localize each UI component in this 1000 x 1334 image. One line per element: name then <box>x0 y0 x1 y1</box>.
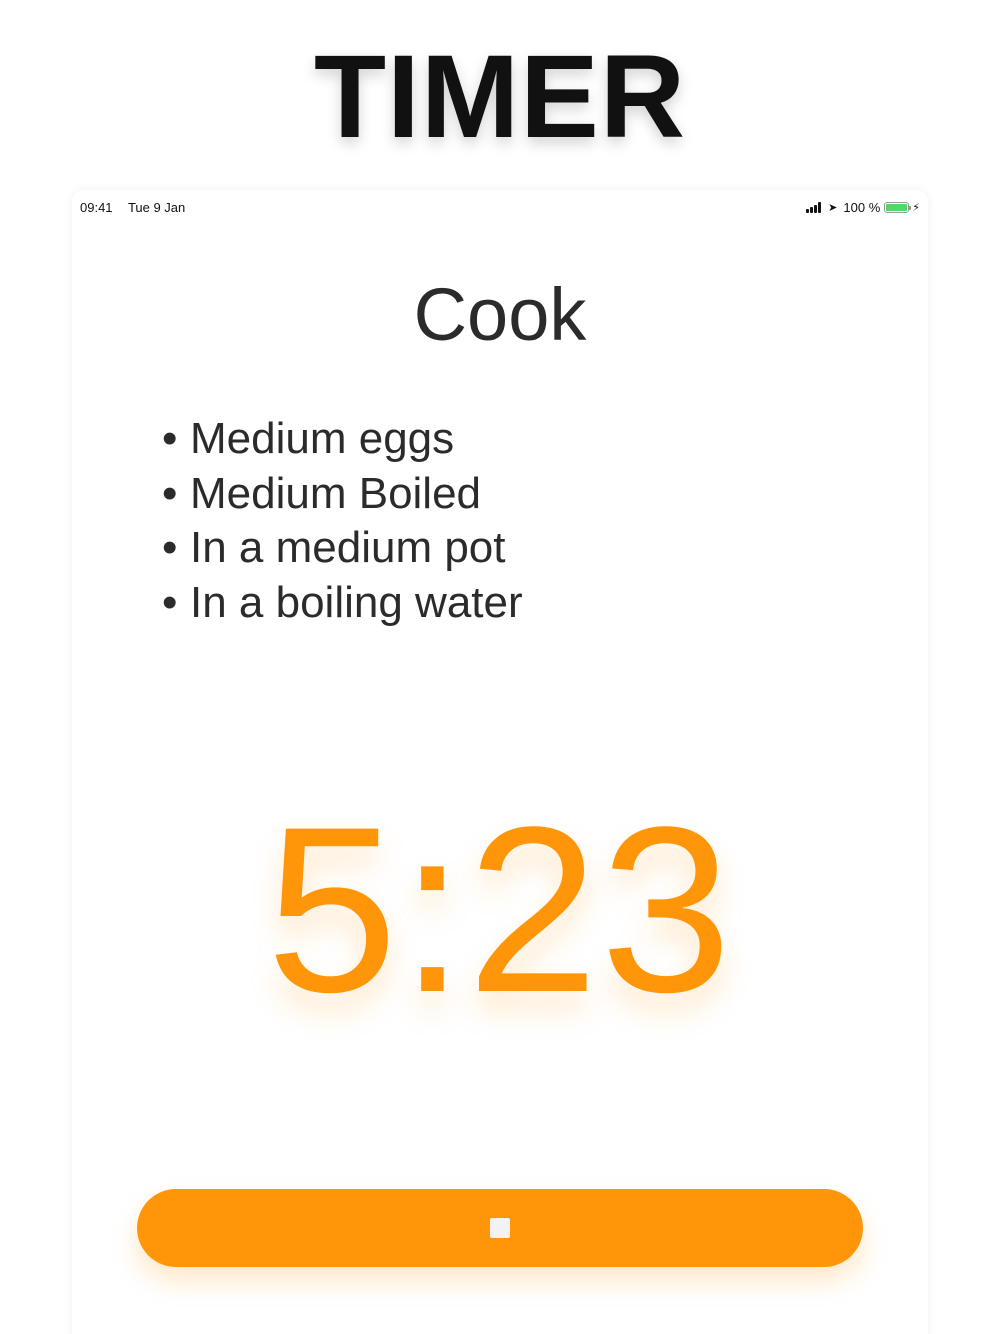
signal-icon <box>806 202 822 213</box>
detail-item: Medium eggs <box>162 412 523 467</box>
stop-icon <box>490 1218 510 1238</box>
status-date: Tue 9 Jan <box>127 200 186 215</box>
battery-percent: 100 % <box>843 200 881 215</box>
device-screen: 09:41 Tue 9 Jan ➤ 100 % ⚡︎ <box>72 190 928 1334</box>
battery-fill <box>886 204 908 211</box>
charging-bolt-icon: ⚡︎ <box>912 202 920 214</box>
detail-item: In a medium pot <box>162 521 523 576</box>
detail-list: Medium eggs Medium Boiled In a medium po… <box>162 412 523 630</box>
status-time: 09:41 <box>80 200 113 215</box>
detail-item: Medium Boiled <box>162 467 523 522</box>
hero-title: TIMER <box>313 31 687 163</box>
battery-icon <box>884 202 912 213</box>
page: TIMER 09:41 Tue 9 Jan ➤ 100 % ⚡︎ Cook Me… <box>0 0 1000 1334</box>
mode-title: Cook <box>413 273 587 356</box>
location-arrow-icon: ➤ <box>828 202 838 214</box>
status-bar-right: ➤ 100 % ⚡︎ <box>806 200 920 215</box>
detail-item: In a boiling water <box>162 576 523 631</box>
status-bar-left: 09:41 Tue 9 Jan <box>80 200 197 215</box>
stop-button[interactable] <box>137 1189 863 1267</box>
status-bar: 09:41 Tue 9 Jan ➤ 100 % ⚡︎ <box>80 198 920 218</box>
countdown-display: 5:23 <box>266 778 734 1042</box>
